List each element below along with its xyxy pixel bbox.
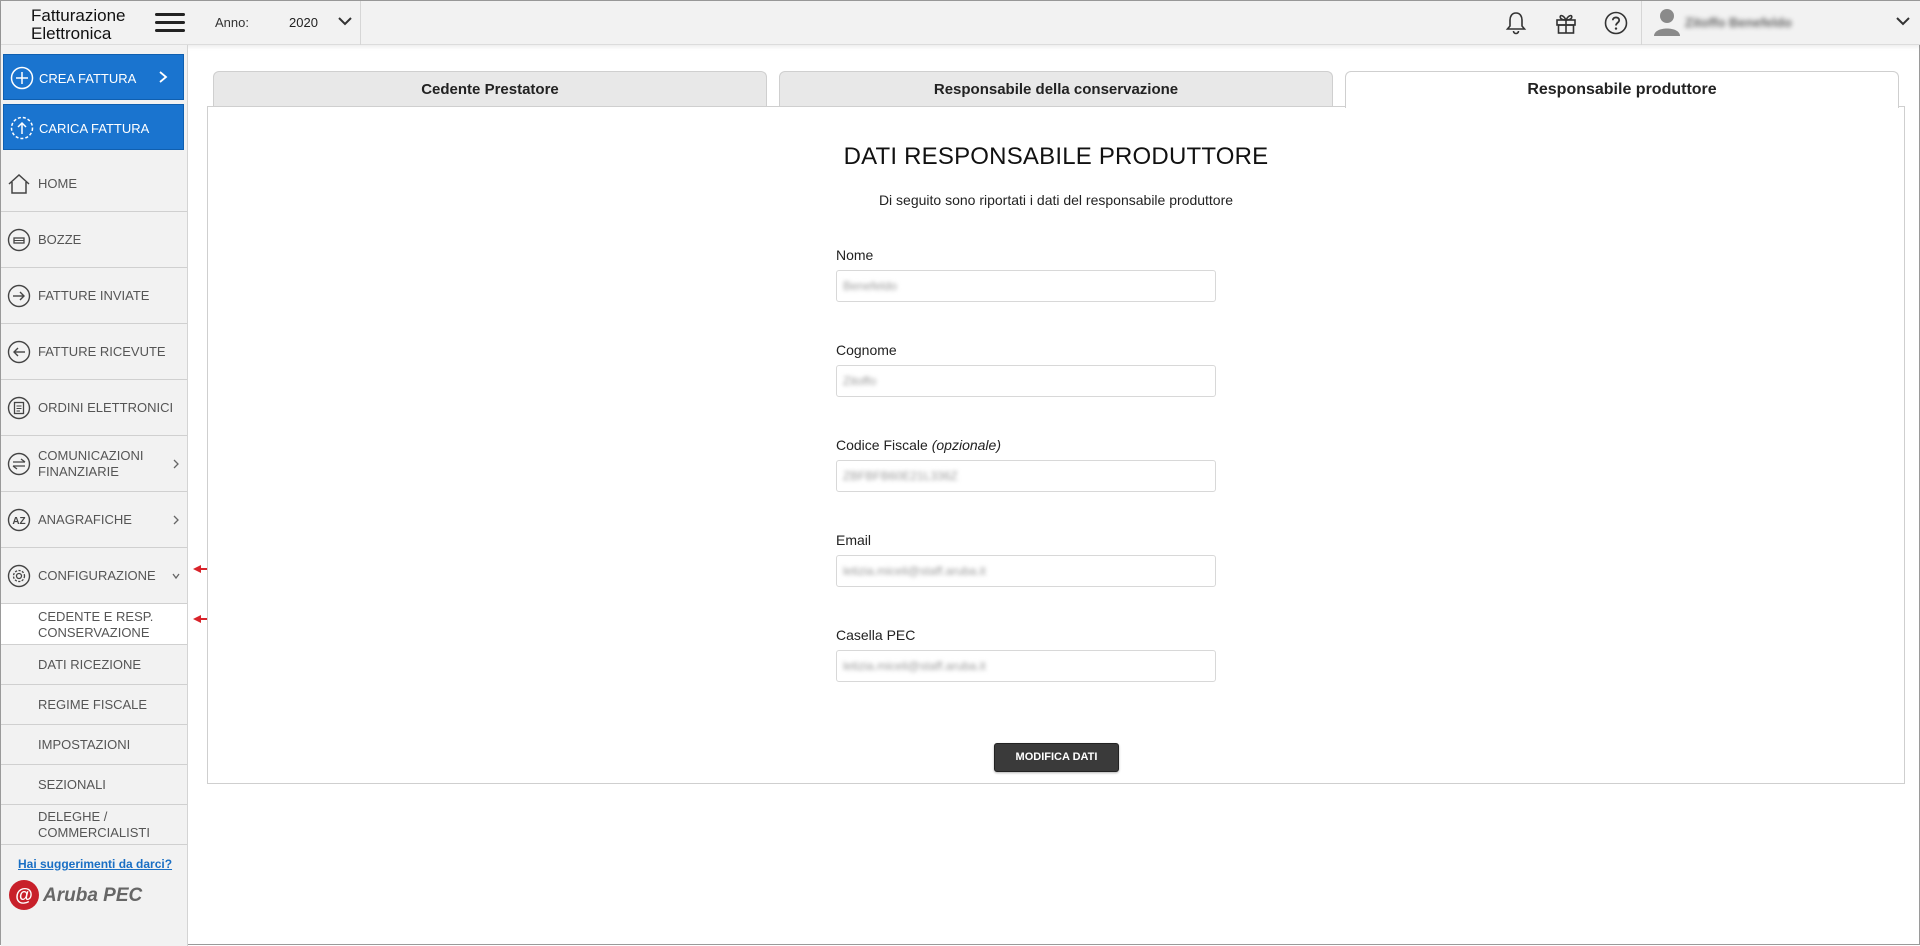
create-invoice-label: CREA FATTURA: [39, 71, 137, 86]
submenu-item-label: IMPOSTAZIONI: [38, 737, 131, 752]
sidebar-item-financial-communications[interactable]: COMUNICAZIONI FINANZIARIE: [1, 436, 187, 492]
tab-transferor[interactable]: Cedente Prestatore: [213, 71, 767, 107]
submenu-item-label: CEDENTE E RESP. CONSERVAZIONE: [38, 609, 153, 641]
label-line-1: COMUNICAZIONI: [38, 448, 144, 463]
user-avatar-icon[interactable]: [1653, 7, 1681, 37]
submenu-item-label: DATI RICEZIONE: [38, 657, 142, 672]
svg-text:AZ: AZ: [12, 516, 25, 527]
field-value: letizia.miceli@staff.aruba.it: [843, 659, 986, 673]
chevron-right-icon: [159, 71, 168, 83]
divider: [360, 1, 361, 45]
sidebar-item-label: COMUNICAZIONI FINANZIARIE: [38, 448, 143, 480]
divider: [1641, 1, 1642, 45]
field-value: ZBFBFB60E21L336Z: [843, 469, 958, 483]
tax-code-label: Codice Fiscale (opzionale): [836, 437, 1001, 453]
hamburger-menu-icon[interactable]: [155, 11, 187, 35]
pec-field[interactable]: letizia.miceli@staff.aruba.it: [836, 650, 1216, 682]
submenu-item-tax-regime[interactable]: REGIME FISCALE: [1, 685, 187, 725]
top-bar: Fatturazione Elettronica Anno: 2020 Zito…: [1, 1, 1920, 45]
submenu-item-label: DELEGHE / COMMERCIALISTI: [38, 809, 150, 841]
user-name[interactable]: Zitoffo Benefeldo: [1685, 15, 1792, 30]
sidebar-item-received-invoices[interactable]: FATTURE RICEVUTE: [1, 324, 187, 380]
upload-invoice-button[interactable]: CARICA FATTURA: [3, 104, 184, 150]
sidebar: CREA FATTURA CARICA FATTURA HOME BOZZE F…: [1, 45, 188, 946]
gift-icon[interactable]: [1553, 10, 1579, 36]
page-subtitle: Di seguito sono riportati i dati del res…: [878, 192, 1234, 208]
brand-line-2: Elettronica: [31, 24, 112, 43]
submenu-item-sections[interactable]: SEZIONALI: [1, 765, 187, 805]
chevron-down-icon: [172, 573, 180, 580]
brand-line-1: Fatturazione: [31, 6, 126, 25]
last-name-label: Cognome: [836, 342, 897, 358]
arrow-left-circle-icon: [7, 340, 31, 364]
exchange-icon: [7, 452, 31, 476]
chevron-down-icon[interactable]: [1895, 13, 1911, 29]
app-brand[interactable]: Fatturazione Elettronica: [31, 7, 126, 43]
home-icon: [8, 173, 30, 194]
first-name-field[interactable]: Benefeldo: [836, 270, 1216, 302]
chevron-down-icon[interactable]: [337, 13, 353, 29]
label-line-2: CONSERVAZIONE: [38, 625, 150, 640]
sidebar-item-configuration[interactable]: CONFIGURAZIONE: [1, 548, 187, 604]
page-title: DATI RESPONSABILE PRODUTTORE: [843, 143, 1269, 170]
submenu-item-label: SEZIONALI: [38, 777, 106, 792]
arrow-right-circle-icon: [7, 284, 31, 308]
bell-icon[interactable]: [1503, 10, 1529, 36]
sidebar-item-label: FATTURE RICEVUTE: [38, 344, 166, 359]
sidebar-item-sent-invoices[interactable]: FATTURE INVIATE: [1, 268, 187, 324]
orders-icon: [7, 396, 31, 420]
suggestions-link[interactable]: Hai suggerimenti da darci?: [18, 857, 172, 871]
submenu-item-receiving-data[interactable]: DATI RICEZIONE: [1, 645, 187, 685]
sidebar-item-label: ORDINI ELETTRONICI: [38, 400, 174, 415]
sidebar-item-label: CONFIGURAZIONE: [38, 568, 156, 583]
label-line-2: COMMERCIALISTI: [38, 825, 150, 840]
sidebar-item-label: BOZZE: [38, 232, 82, 247]
email-field[interactable]: letizia.miceli@staff.aruba.it: [836, 555, 1216, 587]
tax-code-label-text: Codice Fiscale: [836, 437, 928, 453]
az-icon: AZ: [7, 508, 31, 532]
plus-circle-icon: [10, 66, 34, 90]
sidebar-item-label: HOME: [38, 176, 77, 191]
chevron-right-icon: [173, 515, 179, 525]
submenu-item-settings[interactable]: IMPOSTAZIONI: [1, 725, 187, 765]
field-value: letizia.miceli@staff.aruba.it: [843, 564, 986, 578]
label-line-2: FINANZIARIE: [38, 464, 119, 479]
sidebar-item-label: FATTURE INVIATE: [38, 288, 150, 303]
year-select[interactable]: 2020: [289, 15, 318, 30]
svg-text:@: @: [15, 885, 33, 905]
email-label: Email: [836, 532, 872, 548]
gear-icon: [7, 564, 31, 588]
last-name-field[interactable]: Zitoffo: [836, 365, 1216, 397]
first-name-label: Nome: [836, 247, 874, 263]
sidebar-item-label: ANAGRAFICHE: [38, 512, 132, 527]
create-invoice-button[interactable]: CREA FATTURA: [3, 54, 184, 100]
field-value: Benefeldo: [843, 279, 898, 293]
aruba-pec-logo: @ Aruba PEC: [9, 880, 143, 910]
submenu-item-label: REGIME FISCALE: [38, 697, 148, 712]
sidebar-item-registry[interactable]: AZ ANAGRAFICHE: [1, 492, 187, 548]
submenu-item-transferor-conservation[interactable]: CEDENTE E RESP. CONSERVAZIONE: [1, 604, 187, 645]
submenu-item-delegations[interactable]: DELEGHE / COMMERCIALISTI: [1, 805, 187, 845]
field-value: Zitoffo: [843, 374, 877, 388]
app-window: Fatturazione Elettronica Anno: 2020 Zito…: [0, 0, 1920, 946]
optional-hint: (opzionale): [931, 437, 1001, 453]
tab-producer-manager[interactable]: Responsabile produttore: [1345, 71, 1899, 108]
label-line-1: DELEGHE /: [38, 809, 108, 824]
tab-conservation-manager[interactable]: Responsabile della conservazione: [779, 71, 1333, 107]
logo-text: Aruba PEC: [42, 885, 143, 906]
tax-code-field[interactable]: ZBFBFB60E21L336Z: [836, 460, 1216, 492]
help-icon[interactable]: [1603, 10, 1629, 36]
upload-circle-icon: [10, 116, 34, 140]
sidebar-item-home[interactable]: HOME: [1, 156, 187, 212]
drafts-icon: [7, 228, 31, 252]
upload-invoice-label: CARICA FATTURA: [39, 121, 150, 136]
pec-label: Casella PEC: [836, 627, 916, 643]
label-line-1: CEDENTE E RESP.: [38, 609, 154, 624]
sidebar-item-electronic-orders[interactable]: ORDINI ELETTRONICI: [1, 380, 187, 436]
year-label: Anno:: [215, 15, 249, 30]
chevron-right-icon: [173, 459, 179, 469]
sidebar-item-drafts[interactable]: BOZZE: [1, 212, 187, 268]
edit-data-button[interactable]: MODIFICA DATI: [994, 743, 1119, 772]
